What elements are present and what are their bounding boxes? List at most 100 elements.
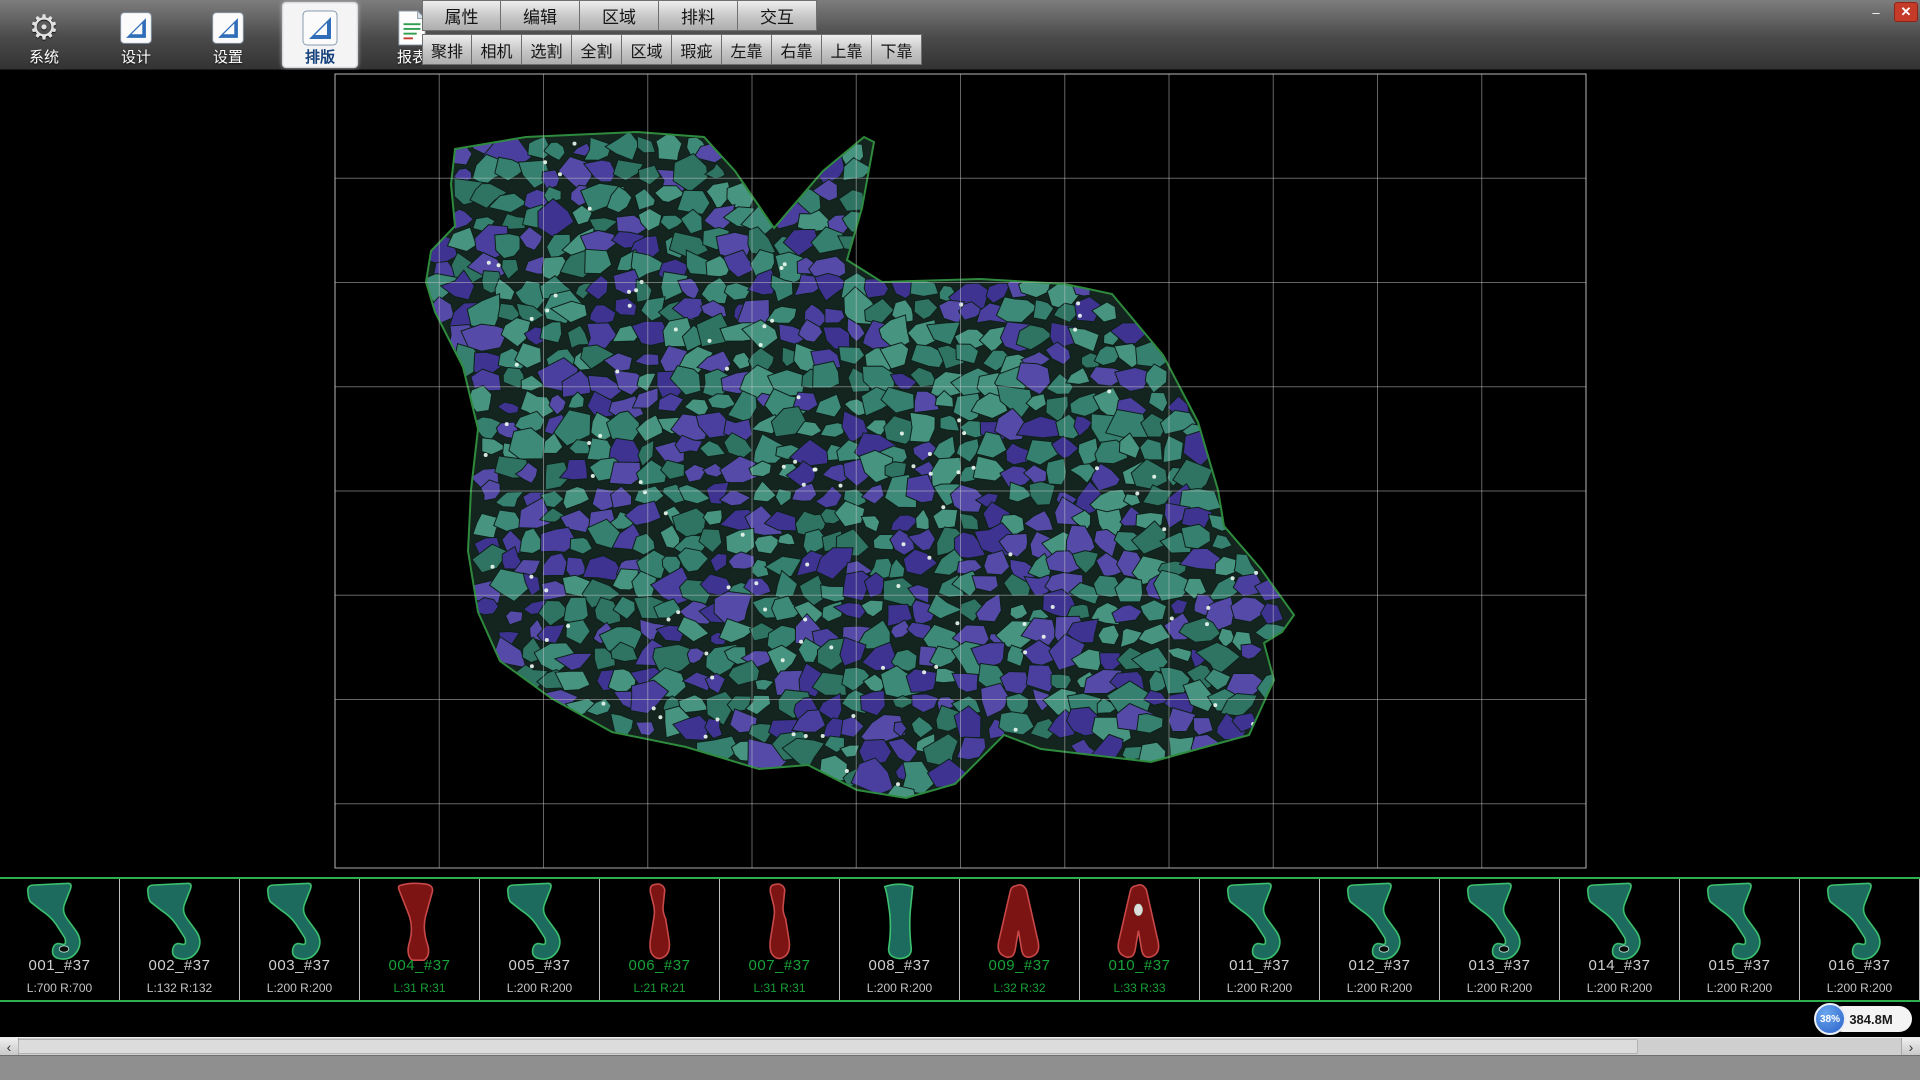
piece-lr-label: L:200 R:200 [1680,981,1799,995]
app-window: ⚙ 系统 设计 设置 排版 [0,0,1920,1080]
piece-id-label: 003_#37 [240,957,359,974]
piece-shape [248,881,352,969]
piece-id-label: 002_#37 [120,957,239,974]
piece-id-label: 005_#37 [480,957,599,974]
piece-shape [128,881,232,969]
minimize-button[interactable]: – [1864,2,1888,22]
piece-lr-label: L:32 R:32 [960,981,1079,995]
status-bar: 38% 384.8M [0,1002,1920,1037]
toolbar-button-snap-left[interactable]: 左靠 [722,34,772,65]
menu-area: 属性编辑区域排料交互 聚排相机选割全割区域瑕疵左靠右靠上靠下靠 [422,0,922,65]
piece-shape [608,881,712,969]
piece-shape [1808,881,1912,969]
piece-thumbnail-005_#37[interactable]: 005_#37 L:200 R:200 [480,879,600,1000]
menu-tab-property[interactable]: 属性 [422,0,501,31]
piece-thumbnail-014_#37[interactable]: 014_#37 L:200 R:200 [1560,879,1680,1000]
toolbar-button-snap-top[interactable]: 上靠 [822,34,872,65]
piece-id-label: 001_#37 [0,957,119,974]
toolbar-button-camera[interactable]: 相机 [472,34,522,65]
piece-lr-label: L:31 R:31 [360,981,479,995]
app-button-layout[interactable]: 排版 [282,2,358,68]
app-button-label: 排版 [305,49,335,67]
piece-shape [968,881,1072,969]
piece-shape [1568,881,1672,969]
scroll-left-arrow[interactable]: ‹ [0,1038,19,1055]
piece-lr-label: L:200 R:200 [1440,981,1559,995]
nesting-canvas[interactable] [0,70,1920,877]
piece-thumbnail-002_#37[interactable]: 002_#37 L:132 R:132 [120,879,240,1000]
piece-shape [728,881,832,969]
piece-id-label: 012_#37 [1320,957,1439,974]
piece-thumbnail-008_#37[interactable]: 008_#37 L:200 R:200 [840,879,960,1000]
toolbar-button-cut-all[interactable]: 全割 [572,34,622,65]
piece-thumbnail-013_#37[interactable]: 013_#37 L:200 R:200 [1440,879,1560,1000]
app-mode-buttons: ⚙ 系统 设计 设置 排版 [6,2,450,68]
menu-tab-region[interactable]: 区域 [580,0,659,31]
triangle-icon-wrap [300,8,340,48]
piece-id-label: 006_#37 [600,957,719,974]
piece-lr-label: L:200 R:200 [1320,981,1439,995]
progress-badge: 38% [1814,1003,1846,1035]
horizontal-scrollbar[interactable]: ‹ › [0,1037,1920,1055]
piece-thumbnail-010_#37[interactable]: 010_#37 L:33 R:33 [1080,879,1200,1000]
piece-thumbnail-007_#37[interactable]: 007_#37 L:31 R:31 [720,879,840,1000]
piece-thumbnail-012_#37[interactable]: 012_#37 L:200 R:200 [1320,879,1440,1000]
piece-shape [848,881,952,969]
top-toolbar: ⚙ 系统 设计 设置 排版 [0,0,1920,70]
piece-thumbnail-009_#37[interactable]: 009_#37 L:32 R:32 [960,879,1080,1000]
piece-shape [368,881,472,969]
piece-id-label: 008_#37 [840,957,959,974]
piece-lr-label: L:31 R:31 [720,981,839,995]
piece-lr-label: L:200 R:200 [1800,981,1919,995]
toolbar-button-region[interactable]: 区域 [622,34,672,65]
app-button-design[interactable]: 设计 [98,2,174,68]
piece-lr-label: L:200 R:200 [840,981,959,995]
piece-shape [1208,881,1312,969]
toolbar-button-snap-bottom[interactable]: 下靠 [872,34,922,65]
piece-thumbnail-004_#37[interactable]: 004_#37 L:31 R:31 [360,879,480,1000]
piece-id-label: 011_#37 [1200,957,1319,974]
toolbar-button-select-cut[interactable]: 选割 [522,34,572,65]
menu-tab-edit[interactable]: 编辑 [501,0,580,31]
piece-thumbnail-011_#37[interactable]: 011_#37 L:200 R:200 [1200,879,1320,1000]
toolbar-button-snap-right[interactable]: 右靠 [772,34,822,65]
piece-lr-label: L:700 R:700 [0,981,119,995]
piece-thumbnail-006_#37[interactable]: 006_#37 L:21 R:21 [600,879,720,1000]
menu-tab-row: 属性编辑区域排料交互 [422,0,922,31]
piece-shape [1688,881,1792,969]
piece-thumbnail-015_#37[interactable]: 015_#37 L:200 R:200 [1680,879,1800,1000]
toolbar-button-defect[interactable]: 瑕疵 [672,34,722,65]
piece-shape [1448,881,1552,969]
piece-id-label: 007_#37 [720,957,839,974]
piece-lr-label: L:200 R:200 [240,981,359,995]
scroll-right-arrow[interactable]: › [1901,1038,1920,1055]
bottom-filler [0,1055,1920,1080]
menu-tab-nesting[interactable]: 排料 [659,0,738,31]
app-button-settings[interactable]: 设置 [190,2,266,68]
nesting-canvas-svg [0,70,1920,877]
piece-thumbnail-001_#37[interactable]: 001_#37 L:700 R:700 [0,879,120,1000]
triangle-icon-wrap [116,8,156,48]
gear-icon-wrap: ⚙ [24,8,64,48]
piece-lr-label: L:200 R:200 [1200,981,1319,995]
piece-id-label: 004_#37 [360,957,479,974]
piece-id-label: 015_#37 [1680,957,1799,974]
triangle-icon [118,10,154,46]
piece-shape [488,881,592,969]
piece-thumbnail-003_#37[interactable]: 003_#37 L:200 R:200 [240,879,360,1000]
piece-lr-label: L:132 R:132 [120,981,239,995]
toolbar-button-cluster-nest[interactable]: 聚排 [422,34,472,65]
triangle-icon [210,10,246,46]
tool-button-row: 聚排相机选割全割区域瑕疵左靠右靠上靠下靠 [422,34,922,65]
triangle-icon-wrap [208,8,248,48]
close-button[interactable]: ✕ [1894,2,1918,22]
piece-id-label: 016_#37 [1800,957,1919,974]
piece-thumbnail-016_#37[interactable]: 016_#37 L:200 R:200 [1800,879,1920,1000]
piece-shape [8,881,112,969]
app-button-system[interactable]: ⚙ 系统 [6,2,82,68]
menu-tab-interaction[interactable]: 交互 [738,0,817,31]
app-button-label: 设计 [121,49,151,67]
window-controls: – ✕ [1864,2,1918,22]
scrollbar-thumb[interactable] [18,1039,1638,1054]
piece-lr-label: L:21 R:21 [600,981,719,995]
